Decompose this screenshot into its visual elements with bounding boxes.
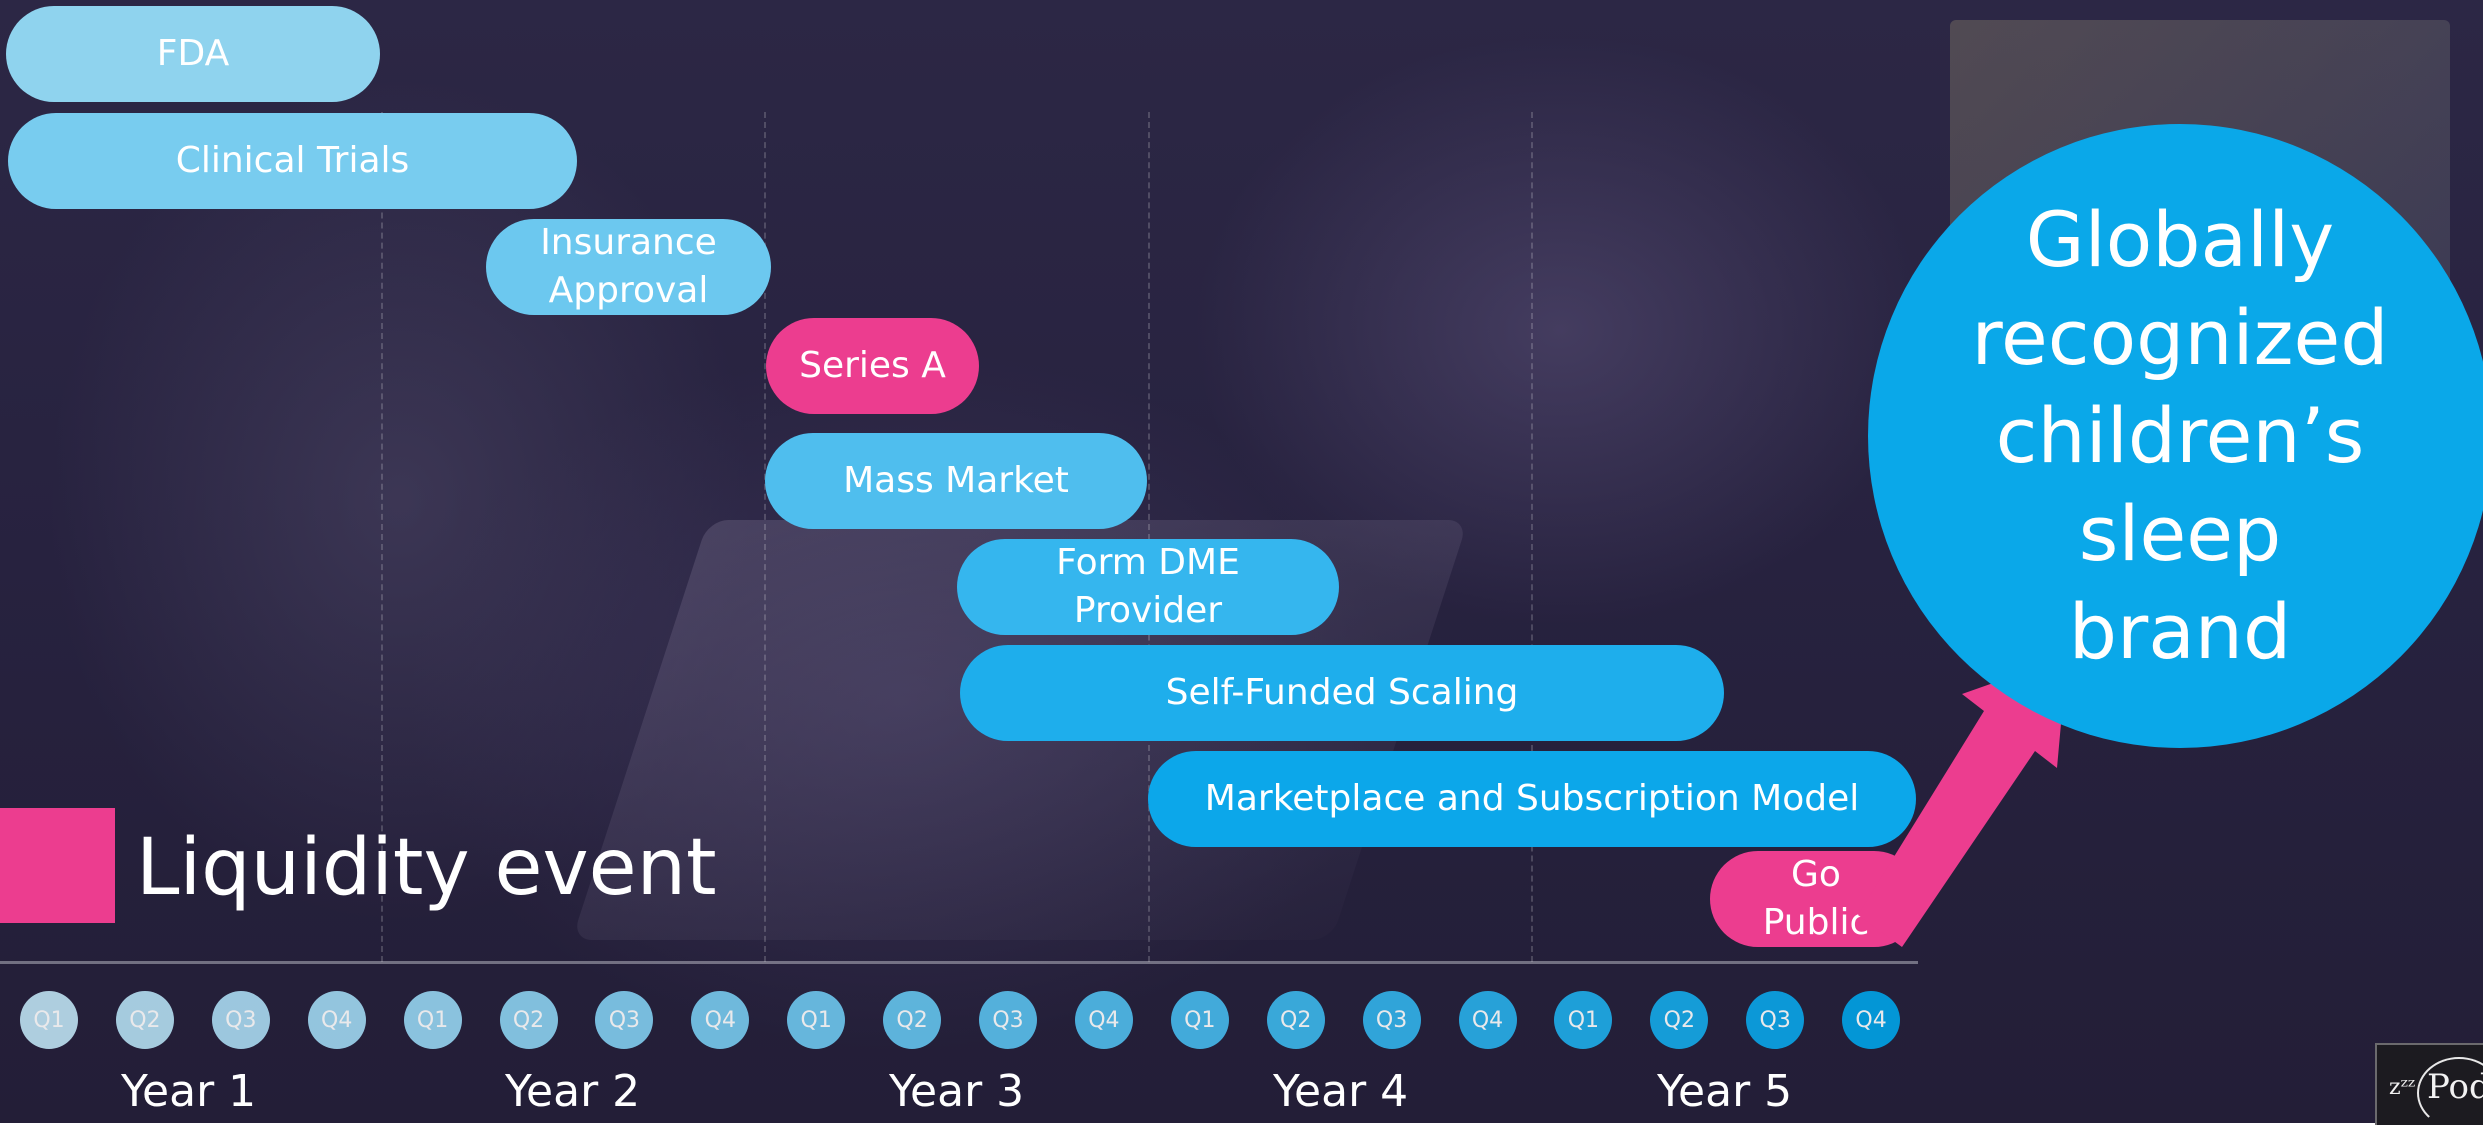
logo-prefix: zᶻᶻ — [2389, 1075, 2416, 1100]
logo-name: Pods — [2427, 1067, 2483, 1107]
goal-text: Globally recognized children’s sleep bra… — [1971, 195, 2389, 676]
goal-circle: Globally recognized children’s sleep bra… — [1868, 124, 2483, 748]
zzz-pods-logo: zᶻᶻ Pods — [2375, 1043, 2483, 1129]
